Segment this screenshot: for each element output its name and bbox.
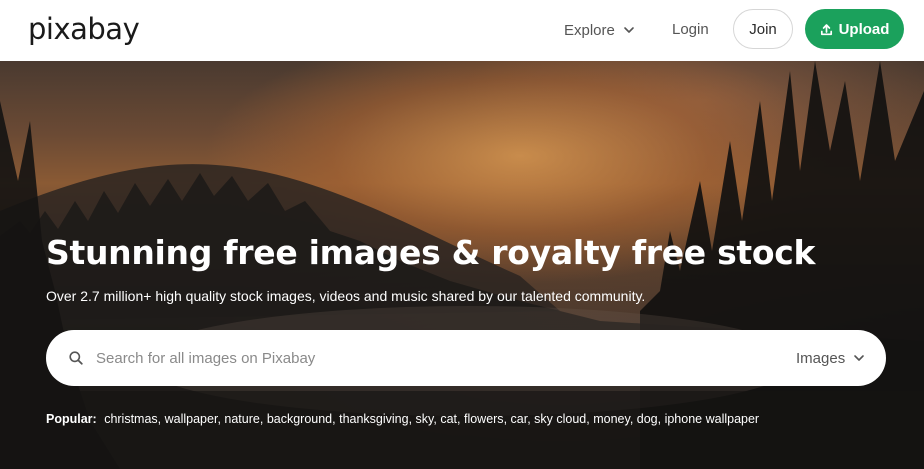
chevron-down-icon [624, 27, 634, 33]
hero-subtitle: Over 2.7 million+ high quality stock ima… [46, 288, 646, 304]
explore-label: Explore [564, 21, 615, 39]
upload-icon [820, 23, 832, 35]
join-button[interactable]: Join [733, 9, 793, 49]
popular-tag-link[interactable]: wallpaper [165, 412, 218, 426]
popular-label: Popular: [46, 412, 97, 426]
media-type-select[interactable]: Images [796, 346, 865, 370]
search-bar: Images [46, 330, 886, 386]
search-input[interactable] [96, 338, 776, 378]
site-header: pixabay Explore Login Join Upload [0, 0, 924, 61]
media-type-label: Images [796, 349, 846, 367]
popular-tag-link[interactable]: sky cloud [534, 412, 586, 426]
popular-tag-link[interactable]: cat [440, 412, 457, 426]
popular-tag-link[interactable]: car [511, 412, 528, 426]
popular-tag-link[interactable]: thanksgiving [339, 412, 409, 426]
tag-separator: , [657, 412, 665, 426]
tag-separator: , [503, 412, 511, 426]
popular-tag-link[interactable]: christmas [104, 412, 157, 426]
tag-separator: , [408, 412, 416, 426]
popular-tag-link[interactable]: background [267, 412, 332, 426]
upload-label: Upload [838, 20, 890, 38]
hero-title: Stunning free images & royalty free stoc… [46, 233, 816, 272]
hero-section: Stunning free images & royalty free stoc… [0, 61, 924, 469]
popular-tag-link[interactable]: flowers [464, 412, 504, 426]
login-link[interactable]: Login [672, 18, 709, 42]
popular-tag-link[interactable]: sky [416, 412, 434, 426]
popular-searches: Popular: christmas, wallpaper, nature, b… [46, 410, 906, 428]
popular-tag-link[interactable]: money [593, 412, 630, 426]
popular-tag-link[interactable]: iphone wallpaper [665, 412, 760, 426]
tag-separator: , [259, 412, 267, 426]
pixabay-logo[interactable]: pixabay [28, 12, 140, 46]
chevron-down-icon [854, 355, 865, 361]
upload-button[interactable]: Upload [805, 9, 904, 49]
search-icon[interactable] [68, 350, 84, 366]
popular-tag-link[interactable]: nature [224, 412, 259, 426]
tag-separator: , [457, 412, 464, 426]
explore-menu[interactable]: Explore [564, 18, 635, 42]
tag-separator: , [629, 412, 637, 426]
popular-tag-list: christmas, wallpaper, nature, background… [104, 412, 759, 426]
popular-tag-link[interactable]: dog [637, 412, 658, 426]
tag-separator: , [157, 412, 165, 426]
